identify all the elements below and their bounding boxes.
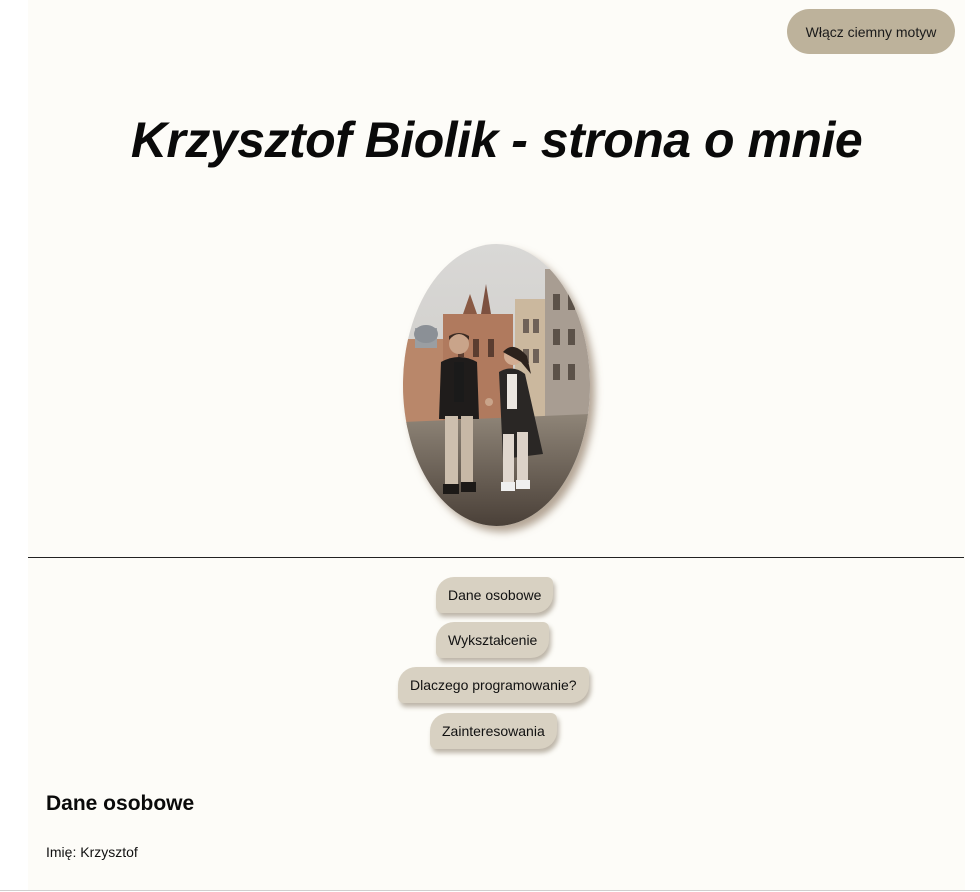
page-title: Krzysztof Biolik - strona o mnie bbox=[130, 112, 863, 168]
nav-item-wyksztalcenie[interactable]: Wykształcenie bbox=[436, 622, 550, 658]
page: Włącz ciemny motyw Krzysztof Biolik - st… bbox=[28, 0, 965, 890]
nav-item-dlaczego-programowanie[interactable]: Dlaczego programowanie? bbox=[398, 667, 589, 703]
nav-item-zainteresowania[interactable]: Zainteresowania bbox=[430, 713, 557, 749]
header-divider bbox=[28, 557, 964, 558]
bottom-rule bbox=[0, 890, 980, 891]
dark-mode-toggle-button[interactable]: Włącz ciemny motyw bbox=[787, 9, 955, 54]
section-heading: Dane osobowe bbox=[46, 792, 195, 815]
first-name-field: Imię: Krzysztof bbox=[46, 844, 138, 860]
nav-item-dane-osobowe[interactable]: Dane osobowe bbox=[436, 577, 554, 613]
profile-photo bbox=[403, 244, 590, 526]
